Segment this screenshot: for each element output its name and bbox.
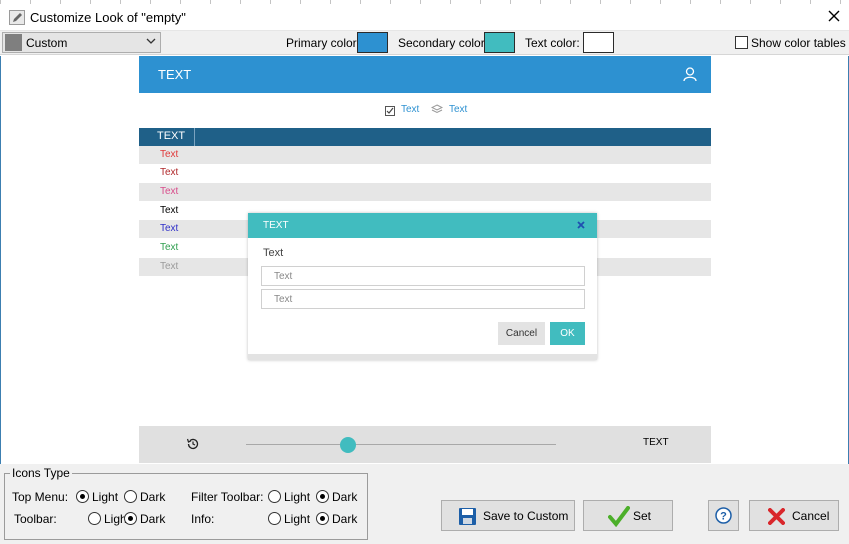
checkmark-icon bbox=[608, 506, 630, 527]
show-color-tables-checkbox[interactable] bbox=[735, 36, 748, 49]
icons-type-legend: Icons Type bbox=[10, 466, 72, 480]
footer: Icons Type Top Menu: Light Dark Filter T… bbox=[0, 464, 849, 544]
history-icon bbox=[186, 438, 199, 450]
preset-swatch bbox=[5, 34, 22, 51]
preview-header: TEXT bbox=[139, 56, 711, 93]
info-dark-label: Dark bbox=[332, 512, 358, 526]
filter-toolbar-label: Filter Toolbar: bbox=[191, 490, 264, 504]
text-color-swatch[interactable] bbox=[583, 32, 614, 53]
filter-toolbar-dark-radio[interactable] bbox=[316, 490, 329, 503]
table-row: Text bbox=[160, 167, 179, 178]
preview-dialog-field-1: Text bbox=[261, 266, 585, 286]
show-color-tables-label: Show color tables bbox=[751, 36, 846, 50]
preview-tab-checkbox-label: Text bbox=[401, 104, 420, 115]
preview-bottom-bar: TEXT bbox=[139, 426, 711, 463]
theme-preview: TEXT Text Text TEXT Text Text Text Text … bbox=[139, 56, 711, 463]
preview-dialog-field-2: Text bbox=[261, 289, 585, 309]
top-menu-dark-label: Dark bbox=[140, 490, 166, 504]
save-to-custom-label: Save to Custom bbox=[483, 509, 569, 523]
preview-dialog-footer bbox=[248, 354, 597, 360]
preview-tabs: Text Text bbox=[139, 93, 711, 128]
icons-type-group: Icons Type Top Menu: Light Dark Filter T… bbox=[4, 466, 368, 540]
preview-header-title: TEXT bbox=[158, 67, 192, 82]
table-row: Text bbox=[139, 183, 711, 201]
close-icon[interactable] bbox=[823, 5, 845, 27]
preview-dialog: TEXT Text Text Text Cancel OK bbox=[248, 213, 597, 360]
info-light-radio[interactable] bbox=[268, 512, 281, 525]
filter-toolbar-light-radio[interactable] bbox=[268, 490, 281, 503]
preset-select[interactable]: Custom bbox=[2, 32, 161, 53]
toolbar-dark-label: Dark bbox=[140, 512, 166, 526]
top-menu-dark-radio[interactable] bbox=[124, 490, 137, 503]
red-x-icon bbox=[768, 508, 785, 525]
layers-icon bbox=[431, 104, 443, 114]
toolbar-light-radio[interactable] bbox=[88, 512, 101, 525]
chevron-down-icon bbox=[146, 38, 156, 44]
preview-dialog-cancel-button: Cancel bbox=[498, 322, 545, 345]
preview-dialog-ok-button: OK bbox=[550, 322, 585, 345]
window-title: Customize Look of "empty" bbox=[30, 10, 186, 25]
top-menu-light-label: Light bbox=[92, 490, 119, 504]
set-label: Set bbox=[633, 509, 652, 523]
preview-dialog-title: TEXT bbox=[263, 220, 289, 231]
floppy-disk-icon bbox=[459, 508, 476, 525]
info-dark-radio[interactable] bbox=[316, 512, 329, 525]
filter-toolbar-dark-label: Dark bbox=[332, 490, 358, 504]
help-icon: ? bbox=[715, 507, 732, 524]
cancel-label: Cancel bbox=[792, 509, 830, 523]
primary-color-label: Primary color: bbox=[286, 36, 361, 50]
preset-value: Custom bbox=[26, 36, 68, 50]
svg-text:?: ? bbox=[720, 511, 727, 523]
color-toolbar: Custom Primary color: Secondary color: T… bbox=[0, 31, 849, 55]
info-label: Info: bbox=[191, 512, 215, 526]
cancel-button[interactable]: Cancel bbox=[749, 500, 839, 531]
title-bar: Customize Look of "empty" bbox=[0, 4, 849, 31]
help-button[interactable]: ? bbox=[708, 500, 739, 531]
toolbar-label: Toolbar: bbox=[14, 512, 57, 526]
preview-dialog-header: TEXT bbox=[248, 213, 597, 238]
toolbar-dark-radio[interactable] bbox=[124, 512, 137, 525]
preview-bottom-text: TEXT bbox=[643, 437, 669, 448]
secondary-color-label: Secondary color: bbox=[398, 36, 489, 50]
preview-dialog-label: Text bbox=[263, 247, 284, 259]
user-icon bbox=[683, 67, 697, 82]
filter-toolbar-light-label: Light bbox=[284, 490, 311, 504]
info-light-label: Light bbox=[284, 512, 311, 526]
preview-tab-layers-label: Text bbox=[449, 104, 468, 115]
secondary-color-swatch[interactable] bbox=[484, 32, 515, 53]
pencil-icon bbox=[9, 10, 25, 25]
preview-table-header: TEXT bbox=[139, 128, 711, 146]
preview-table-header-cell: TEXT bbox=[139, 128, 195, 146]
primary-color-swatch[interactable] bbox=[357, 32, 388, 53]
text-color-label: Text color: bbox=[525, 36, 580, 50]
top-menu-label: Top Menu: bbox=[12, 490, 69, 504]
top-menu-light-radio[interactable] bbox=[76, 490, 89, 503]
close-icon bbox=[577, 221, 585, 229]
preview-slider-knob bbox=[340, 437, 356, 453]
save-to-custom-button[interactable]: Save to Custom bbox=[441, 500, 575, 531]
table-row: Text bbox=[139, 146, 711, 164]
checkbox-icon bbox=[385, 106, 395, 116]
set-button[interactable]: Set bbox=[583, 500, 673, 531]
preview-slider-track bbox=[246, 444, 556, 445]
